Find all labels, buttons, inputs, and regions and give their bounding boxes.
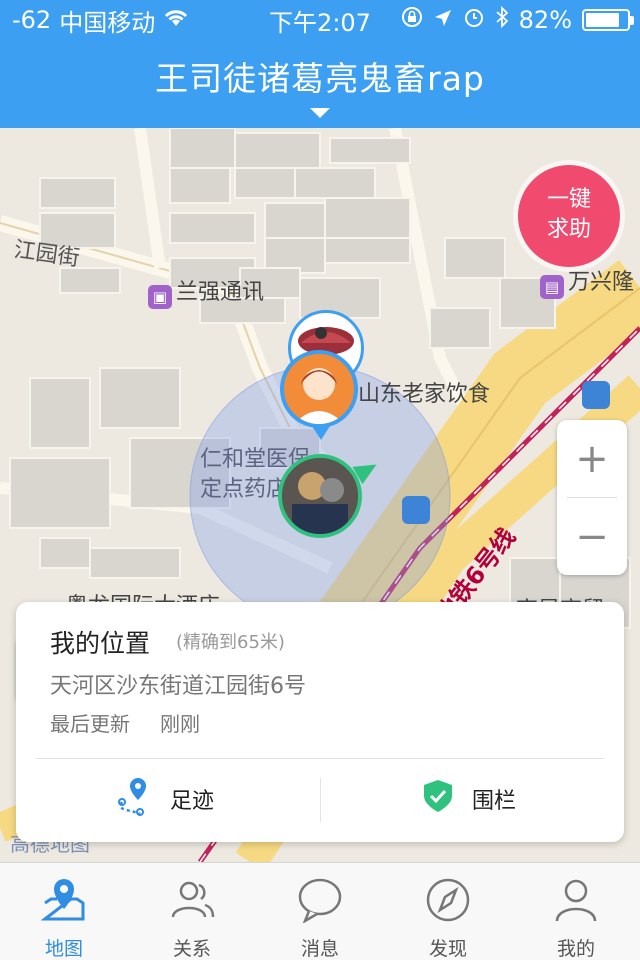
sos-button[interactable]: 一键 求助 (518, 165, 620, 267)
location-card: 我的位置 (精确到65米) 天河区沙东街道江园街6号 最后更新 刚刚 足迹 围栏 (16, 602, 624, 842)
rotation-lock-icon (401, 6, 423, 34)
fence-label: 围栏 (472, 789, 517, 814)
tab-discover[interactable]: 发现 (384, 863, 512, 960)
pin-pointer (312, 426, 330, 440)
alarm-icon (463, 6, 485, 34)
bottom-tab-bar: 地图 关系 消息 发现 我的 (0, 862, 640, 960)
sos-label-2: 求助 (546, 217, 591, 242)
group-title-selector[interactable]: 王司徒诸葛亮鬼畜rap (0, 52, 640, 100)
member-avatar[interactable] (280, 350, 358, 428)
location-arrow-icon (433, 6, 453, 34)
my-avatar[interactable] (278, 454, 362, 538)
address-text: 天河区沙东街道江园街6号 (50, 674, 306, 699)
accuracy-text: (精确到65米) (176, 632, 285, 653)
battery-icon (582, 9, 634, 31)
poi-label[interactable]: 山东老家饮食 (358, 376, 490, 408)
card-divider (36, 758, 604, 759)
bus-stop-icon[interactable] (402, 496, 430, 524)
updated-value: 刚刚 (160, 712, 200, 736)
people-icon (169, 877, 215, 928)
card-divider-vertical (320, 778, 321, 822)
bluetooth-icon (495, 5, 509, 34)
tab-label: 消息 (300, 938, 339, 960)
poi-label[interactable]: ▤ 万兴隆 (540, 264, 634, 299)
tab-label: 地图 (44, 938, 83, 960)
chat-bubble-icon (297, 877, 343, 928)
bus-stop-icon[interactable] (582, 381, 610, 409)
sos-label-1: 一键 (546, 187, 591, 212)
fence-button[interactable]: 围栏 (422, 776, 516, 822)
map-pin-icon (40, 877, 87, 928)
poi-name: 万兴隆 (568, 270, 635, 295)
footprint-label: 足迹 (170, 789, 215, 814)
footprint-button[interactable]: 足迹 (116, 776, 214, 822)
carrier-name: 中国移动 (59, 8, 156, 37)
page-title: 王司徒诸葛亮鬼畜rap (155, 59, 485, 98)
zoom-control: + − (557, 420, 627, 575)
footprint-pin-icon (116, 776, 152, 822)
shopping-bag-icon: ▣ (148, 285, 172, 309)
poi-label[interactable]: ▣ 兰强通讯 (148, 274, 264, 309)
updated-label: 最后更新 (50, 712, 130, 736)
battery-percent: 82% (518, 6, 572, 34)
compass-icon (425, 877, 471, 928)
tab-map[interactable]: 地图 (0, 863, 128, 960)
tab-me[interactable]: 我的 (512, 863, 640, 960)
zoom-in-button[interactable]: + (557, 420, 627, 497)
tab-messages[interactable]: 消息 (256, 863, 384, 960)
signal-strength: -62 (12, 6, 52, 34)
status-bar: -62 中国移动 下午2:07 82% (0, 0, 640, 40)
tab-label: 发现 (428, 938, 467, 960)
poi-name: 兰强通讯 (176, 280, 265, 305)
card-title: 我的位置 (50, 629, 151, 658)
tab-label: 关系 (172, 938, 211, 960)
top-header: -62 中国移动 下午2:07 82% 王司徒诸葛亮鬼畜rap (0, 0, 640, 128)
person-icon (553, 877, 599, 928)
shield-check-icon (422, 778, 454, 820)
tab-label: 我的 (556, 938, 595, 960)
poi-label[interactable]: 定点药店 (200, 471, 288, 503)
wifi-icon (163, 6, 189, 34)
zoom-out-button[interactable]: − (557, 498, 627, 575)
tab-relations[interactable]: 关系 (128, 863, 256, 960)
chevron-down-icon[interactable] (310, 108, 330, 118)
cart-icon: ▤ (540, 275, 564, 299)
